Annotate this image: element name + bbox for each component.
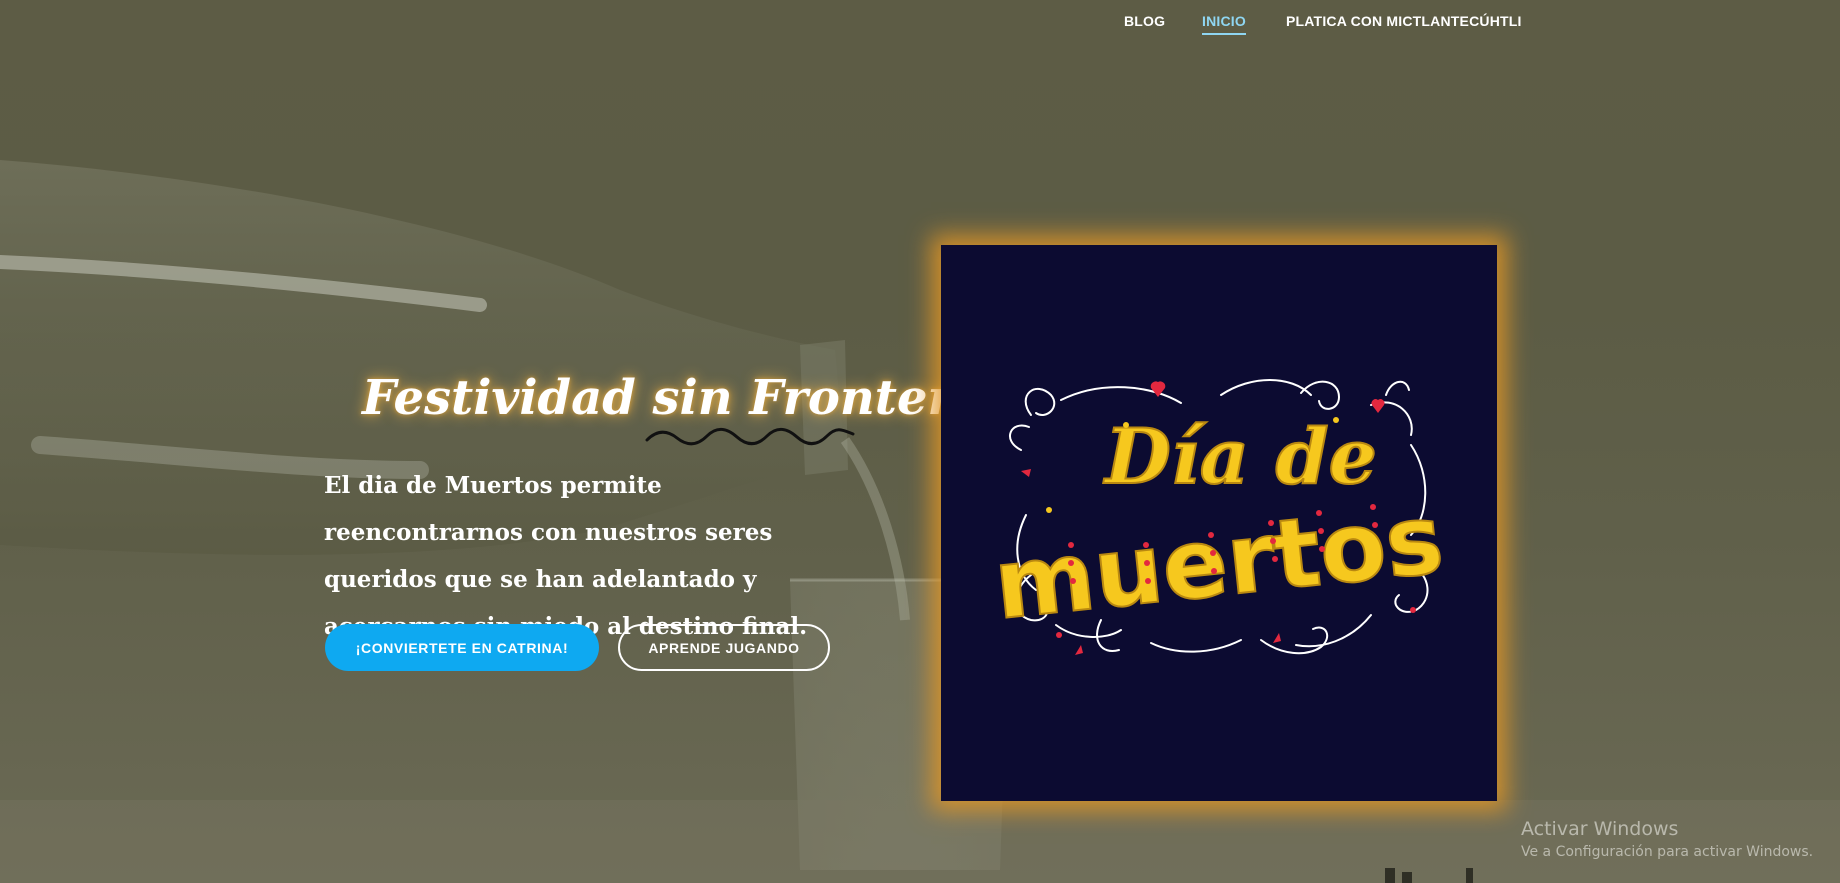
poster-line-2: muertos — [989, 483, 1448, 641]
active-nav-indicator — [1202, 33, 1246, 35]
watermark-title: Activar Windows — [1521, 818, 1679, 840]
nav-item-inicio-label: INICIO — [1202, 13, 1246, 29]
poster-line-1: Día de — [1103, 412, 1377, 501]
dia-de-muertos-poster: Día de muertos — [941, 245, 1497, 801]
squiggle-underline-decoration — [645, 427, 855, 446]
learn-playing-button[interactable]: APRENDE JUGANDO — [618, 624, 830, 671]
nav-item-platica[interactable]: PLATICA CON MICTLANTECÚHTLI — [1286, 13, 1522, 29]
nav-item-blog[interactable]: BLOG — [1124, 13, 1165, 29]
top-navigation: BLOG INICIO PLATICA CON MICTLANTECÚHTLI — [0, 0, 1840, 42]
windows-activation-watermark: Activar Windows Ve a Configuración para … — [1521, 818, 1813, 860]
nav-item-inicio[interactable]: INICIO — [1202, 13, 1246, 35]
hero-title: Festividad sin Fronteras — [362, 370, 1011, 426]
hero-description: El dia de Muertos permite reencontrarnos… — [324, 472, 808, 640]
page: BLOG INICIO PLATICA CON MICTLANTECÚHTLI … — [0, 0, 1840, 883]
become-catrina-button[interactable]: ¡CONVIERTETE EN CATRINA! — [325, 624, 599, 671]
poster-lettering-artwork: Día de muertos — [988, 379, 1449, 655]
watermark-subtitle: Ve a Configuración para activar Windows. — [1521, 844, 1814, 860]
background-bottle-image — [0, 160, 1840, 883]
